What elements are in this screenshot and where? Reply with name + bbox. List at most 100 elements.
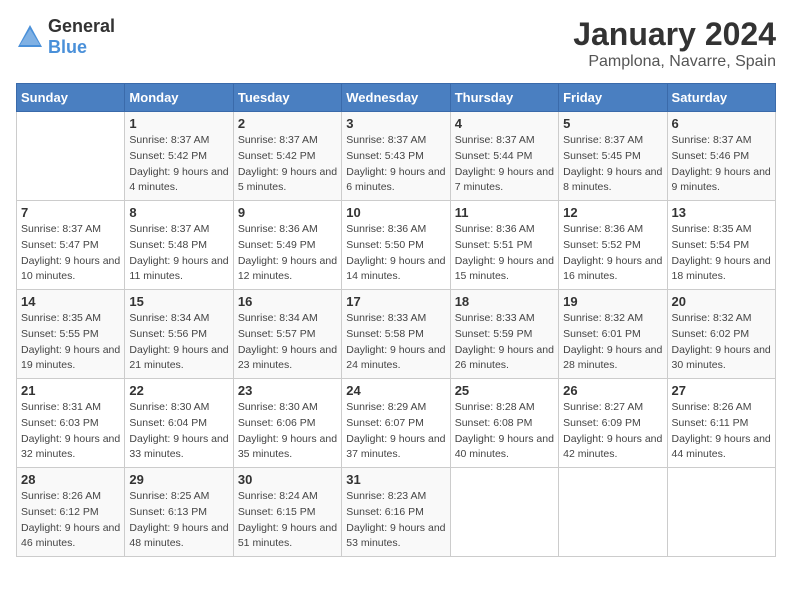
logo: General Blue [16,16,115,58]
day-number: 11 [455,205,554,220]
calendar-cell: 5 Sunrise: 8:37 AMSunset: 5:45 PMDayligh… [559,112,667,201]
calendar-cell: 25 Sunrise: 8:28 AMSunset: 6:08 PMDaylig… [450,379,558,468]
calendar-week-row: 7 Sunrise: 8:37 AMSunset: 5:47 PMDayligh… [17,201,776,290]
day-number: 18 [455,294,554,309]
day-number: 2 [238,116,337,131]
day-number: 17 [346,294,445,309]
location-title: Pamplona, Navarre, Spain [573,53,776,71]
calendar-cell: 8 Sunrise: 8:37 AMSunset: 5:48 PMDayligh… [125,201,233,290]
calendar-cell: 14 Sunrise: 8:35 AMSunset: 5:55 PMDaylig… [17,290,125,379]
day-number: 29 [129,472,228,487]
calendar-cell: 24 Sunrise: 8:29 AMSunset: 6:07 PMDaylig… [342,379,450,468]
day-detail: Sunrise: 8:28 AMSunset: 6:08 PMDaylight:… [455,401,554,460]
calendar-week-row: 21 Sunrise: 8:31 AMSunset: 6:03 PMDaylig… [17,379,776,468]
day-number: 19 [563,294,662,309]
day-detail: Sunrise: 8:30 AMSunset: 6:06 PMDaylight:… [238,401,337,460]
calendar-cell: 7 Sunrise: 8:37 AMSunset: 5:47 PMDayligh… [17,201,125,290]
calendar-cell [450,468,558,557]
calendar-week-row: 1 Sunrise: 8:37 AMSunset: 5:42 PMDayligh… [17,112,776,201]
logo-general-text: General [48,16,115,36]
calendar-cell: 26 Sunrise: 8:27 AMSunset: 6:09 PMDaylig… [559,379,667,468]
calendar-cell: 23 Sunrise: 8:30 AMSunset: 6:06 PMDaylig… [233,379,341,468]
day-number: 27 [672,383,771,398]
day-detail: Sunrise: 8:33 AMSunset: 5:58 PMDaylight:… [346,312,445,371]
day-detail: Sunrise: 8:36 AMSunset: 5:50 PMDaylight:… [346,223,445,282]
calendar-cell: 20 Sunrise: 8:32 AMSunset: 6:02 PMDaylig… [667,290,775,379]
day-detail: Sunrise: 8:37 AMSunset: 5:44 PMDaylight:… [455,134,554,193]
calendar-week-row: 14 Sunrise: 8:35 AMSunset: 5:55 PMDaylig… [17,290,776,379]
calendar-cell: 10 Sunrise: 8:36 AMSunset: 5:50 PMDaylig… [342,201,450,290]
day-detail: Sunrise: 8:25 AMSunset: 6:13 PMDaylight:… [129,490,228,549]
day-detail: Sunrise: 8:27 AMSunset: 6:09 PMDaylight:… [563,401,662,460]
calendar-cell: 1 Sunrise: 8:37 AMSunset: 5:42 PMDayligh… [125,112,233,201]
calendar-cell: 31 Sunrise: 8:23 AMSunset: 6:16 PMDaylig… [342,468,450,557]
day-detail: Sunrise: 8:34 AMSunset: 5:56 PMDaylight:… [129,312,228,371]
calendar-cell: 30 Sunrise: 8:24 AMSunset: 6:15 PMDaylig… [233,468,341,557]
header-day-friday: Friday [559,84,667,112]
day-detail: Sunrise: 8:29 AMSunset: 6:07 PMDaylight:… [346,401,445,460]
day-detail: Sunrise: 8:35 AMSunset: 5:54 PMDaylight:… [672,223,771,282]
day-detail: Sunrise: 8:37 AMSunset: 5:42 PMDaylight:… [238,134,337,193]
calendar-cell [17,112,125,201]
header-day-tuesday: Tuesday [233,84,341,112]
day-number: 20 [672,294,771,309]
day-number: 6 [672,116,771,131]
day-number: 3 [346,116,445,131]
day-detail: Sunrise: 8:37 AMSunset: 5:47 PMDaylight:… [21,223,120,282]
day-number: 12 [563,205,662,220]
calendar-cell: 28 Sunrise: 8:26 AMSunset: 6:12 PMDaylig… [17,468,125,557]
day-detail: Sunrise: 8:33 AMSunset: 5:59 PMDaylight:… [455,312,554,371]
calendar-table: SundayMondayTuesdayWednesdayThursdayFrid… [16,83,776,557]
calendar-cell [559,468,667,557]
day-number: 21 [21,383,120,398]
calendar-cell: 6 Sunrise: 8:37 AMSunset: 5:46 PMDayligh… [667,112,775,201]
day-number: 26 [563,383,662,398]
calendar-cell: 22 Sunrise: 8:30 AMSunset: 6:04 PMDaylig… [125,379,233,468]
day-detail: Sunrise: 8:23 AMSunset: 6:16 PMDaylight:… [346,490,445,549]
day-number: 28 [21,472,120,487]
header-day-monday: Monday [125,84,233,112]
calendar-week-row: 28 Sunrise: 8:26 AMSunset: 6:12 PMDaylig… [17,468,776,557]
day-detail: Sunrise: 8:37 AMSunset: 5:45 PMDaylight:… [563,134,662,193]
day-detail: Sunrise: 8:26 AMSunset: 6:12 PMDaylight:… [21,490,120,549]
logo-icon [16,23,44,51]
header-day-wednesday: Wednesday [342,84,450,112]
header: General Blue January 2024 Pamplona, Nava… [16,16,776,71]
day-number: 25 [455,383,554,398]
day-detail: Sunrise: 8:30 AMSunset: 6:04 PMDaylight:… [129,401,228,460]
header-day-saturday: Saturday [667,84,775,112]
calendar-cell: 21 Sunrise: 8:31 AMSunset: 6:03 PMDaylig… [17,379,125,468]
day-number: 10 [346,205,445,220]
day-number: 1 [129,116,228,131]
day-detail: Sunrise: 8:31 AMSunset: 6:03 PMDaylight:… [21,401,120,460]
calendar-cell: 16 Sunrise: 8:34 AMSunset: 5:57 PMDaylig… [233,290,341,379]
day-number: 5 [563,116,662,131]
day-detail: Sunrise: 8:36 AMSunset: 5:49 PMDaylight:… [238,223,337,282]
day-number: 9 [238,205,337,220]
day-detail: Sunrise: 8:26 AMSunset: 6:11 PMDaylight:… [672,401,771,460]
day-number: 31 [346,472,445,487]
day-number: 7 [21,205,120,220]
logo-blue-text: Blue [48,37,87,57]
day-number: 16 [238,294,337,309]
header-day-sunday: Sunday [17,84,125,112]
day-number: 4 [455,116,554,131]
title-area: January 2024 Pamplona, Navarre, Spain [573,16,776,71]
day-detail: Sunrise: 8:37 AMSunset: 5:48 PMDaylight:… [129,223,228,282]
day-detail: Sunrise: 8:34 AMSunset: 5:57 PMDaylight:… [238,312,337,371]
day-number: 13 [672,205,771,220]
calendar-cell: 9 Sunrise: 8:36 AMSunset: 5:49 PMDayligh… [233,201,341,290]
day-number: 22 [129,383,228,398]
day-detail: Sunrise: 8:32 AMSunset: 6:02 PMDaylight:… [672,312,771,371]
calendar-cell: 12 Sunrise: 8:36 AMSunset: 5:52 PMDaylig… [559,201,667,290]
calendar-cell: 2 Sunrise: 8:37 AMSunset: 5:42 PMDayligh… [233,112,341,201]
calendar-cell: 11 Sunrise: 8:36 AMSunset: 5:51 PMDaylig… [450,201,558,290]
month-title: January 2024 [573,16,776,53]
day-number: 23 [238,383,337,398]
calendar-cell: 13 Sunrise: 8:35 AMSunset: 5:54 PMDaylig… [667,201,775,290]
calendar-cell: 19 Sunrise: 8:32 AMSunset: 6:01 PMDaylig… [559,290,667,379]
day-detail: Sunrise: 8:37 AMSunset: 5:42 PMDaylight:… [129,134,228,193]
calendar-header-row: SundayMondayTuesdayWednesdayThursdayFrid… [17,84,776,112]
calendar-cell: 27 Sunrise: 8:26 AMSunset: 6:11 PMDaylig… [667,379,775,468]
day-detail: Sunrise: 8:24 AMSunset: 6:15 PMDaylight:… [238,490,337,549]
